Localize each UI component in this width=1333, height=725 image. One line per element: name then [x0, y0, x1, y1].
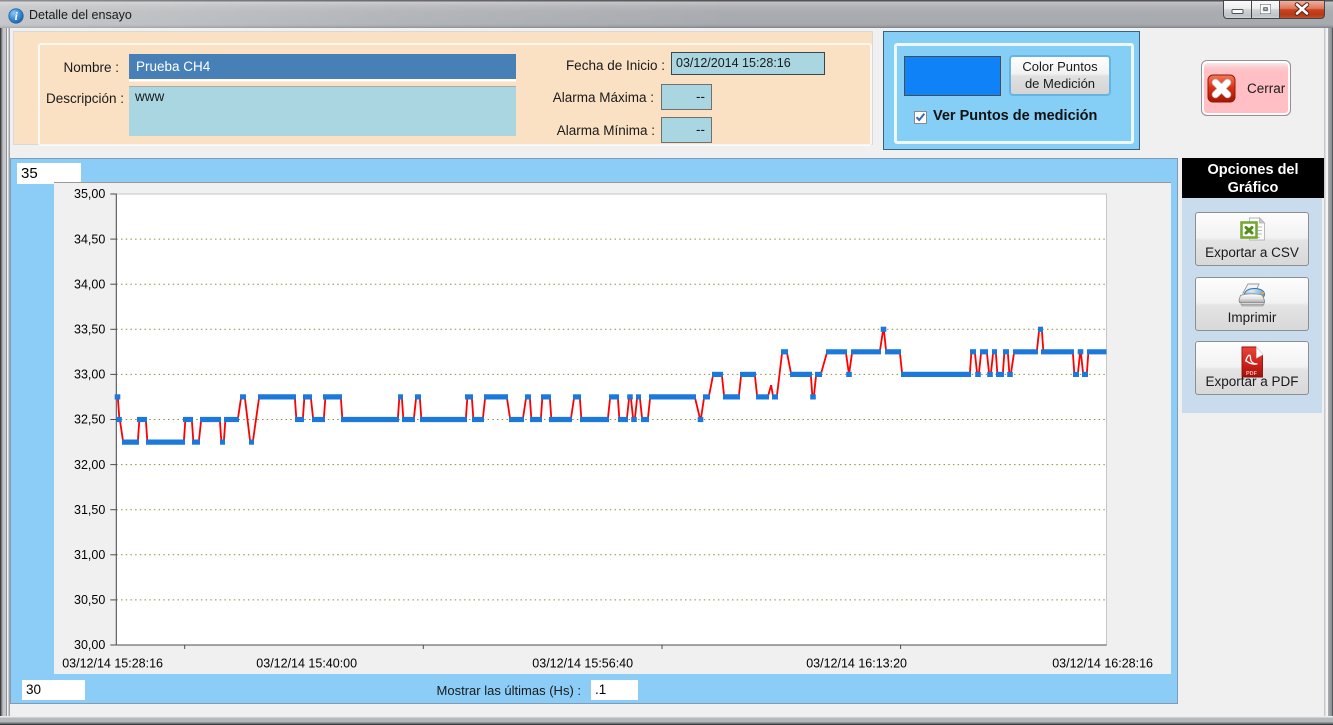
svg-text:03/12/14 15:28:16: 03/12/14 15:28:16: [62, 657, 163, 671]
svg-text:30,00: 30,00: [74, 638, 105, 652]
svg-text:35,00: 35,00: [74, 187, 105, 201]
svg-text:30,50: 30,50: [74, 593, 105, 607]
svg-text:33,00: 33,00: [74, 368, 105, 382]
svg-text:32,50: 32,50: [74, 413, 105, 427]
svg-text:34,50: 34,50: [74, 232, 105, 246]
svg-text:33,50: 33,50: [74, 323, 105, 337]
svg-text:03/12/14 15:56:40: 03/12/14 15:56:40: [532, 657, 633, 671]
svg-text:03/12/14 16:13:20: 03/12/14 16:13:20: [806, 657, 907, 671]
svg-text:03/12/14 16:28:16: 03/12/14 16:28:16: [1052, 657, 1153, 671]
svg-text:31,50: 31,50: [74, 503, 105, 517]
svg-text:34,00: 34,00: [74, 277, 105, 291]
svg-text:03/12/14 15:40:00: 03/12/14 15:40:00: [256, 657, 357, 671]
svg-text:31,00: 31,00: [74, 548, 105, 562]
svg-text:32,00: 32,00: [74, 458, 105, 472]
